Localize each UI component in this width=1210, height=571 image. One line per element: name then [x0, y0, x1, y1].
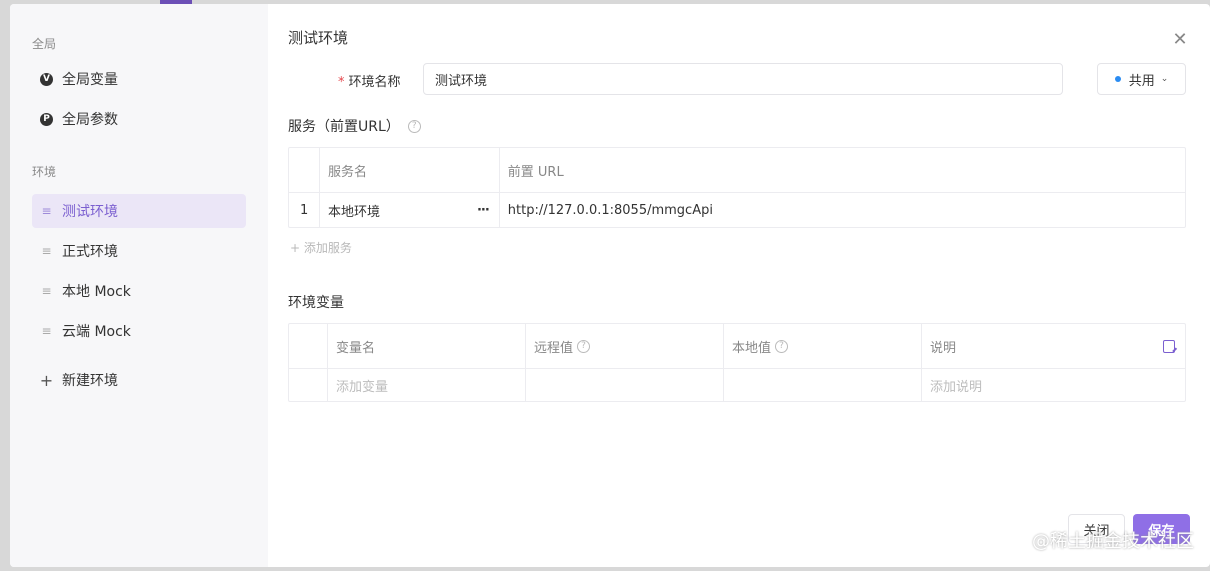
row-index: 1	[289, 193, 320, 227]
sidebar-item-label: 正式环境	[62, 244, 118, 260]
drag-handle-icon[interactable]: ≡	[40, 284, 53, 298]
sidebar-item-label: 测试环境	[62, 204, 118, 220]
watermark: @稀土掘金技术社区	[1032, 531, 1194, 552]
sidebar-item-prod-env[interactable]: ≡ 正式环境	[32, 234, 246, 268]
drag-handle-icon[interactable]: ≡	[40, 204, 53, 218]
chevron-down-icon: ⌄	[1160, 74, 1169, 84]
table-row: 1 本地环境 ··· http://127.0.0.1:8055/mmgcApi	[289, 193, 1185, 227]
sidebar-item-global-variables[interactable]: V 全局变量	[32, 62, 246, 96]
environment-detail: 测试环境 ✕ *环境名称 共用 ⌄ 服务（前置URL） ? 服务名 前置 URL…	[268, 4, 1210, 567]
description-header: 说明	[922, 324, 1185, 368]
local-value-header: 本地值 ?	[724, 324, 922, 368]
new-environment-button[interactable]: + 新建环境	[32, 363, 246, 397]
help-icon[interactable]: ?	[775, 339, 789, 353]
sidebar-item-cloud-mock[interactable]: ≡ 云端 Mock	[32, 314, 246, 348]
table-header-row: 变量名 远程值 ? 本地值 ? 说明	[289, 324, 1185, 369]
sidebar-item-label: 全局参数	[62, 112, 118, 128]
variables-section-title: 环境变量	[288, 295, 344, 311]
column-header: 前置 URL	[507, 164, 564, 180]
sidebar-item-local-mock[interactable]: ≡ 本地 Mock	[32, 274, 246, 308]
column-header-text: 说明	[930, 340, 957, 356]
column-header-text: 本地值	[732, 340, 772, 356]
index-header	[289, 148, 320, 192]
section-label-environments: 环境	[32, 165, 57, 179]
sidebar-item-label: 云端 Mock	[62, 324, 131, 340]
index-header	[289, 324, 328, 368]
parameter-circle-icon: P	[40, 112, 53, 126]
remote-value-input[interactable]	[526, 369, 724, 401]
sidebar-item-label: 全局变量	[62, 72, 118, 88]
share-dropdown[interactable]: 共用 ⌄	[1097, 63, 1186, 95]
required-mark: *	[338, 75, 345, 90]
table-row: 添加变量 添加说明	[289, 369, 1185, 401]
sidebar-item-label: 本地 Mock	[62, 284, 131, 300]
drag-handle-icon[interactable]: ≡	[40, 244, 53, 258]
services-section-title: 服务（前置URL） ?	[288, 116, 421, 136]
share-status-dot	[1114, 76, 1121, 82]
add-service-button[interactable]: + 添加服务	[290, 239, 352, 256]
more-icon[interactable]: ···	[477, 203, 490, 218]
column-header: 变量名	[328, 324, 526, 368]
variable-circle-icon: V	[40, 72, 53, 86]
services-table: 服务名 前置 URL 1 本地环境 ··· http://127.0.0.1:8…	[288, 147, 1186, 228]
service-name: 本地环境	[327, 204, 380, 220]
share-label: 共用	[1128, 73, 1155, 89]
add-description-input[interactable]: 添加说明	[922, 369, 1185, 401]
environment-modal: 全局 V 全局变量 P 全局参数 环境 ≡ 测试环境 ≡ 正式环境 ≡ 本地 M…	[10, 4, 1210, 567]
section-label-global: 全局	[32, 37, 57, 51]
services-title-text: 服务（前置URL）	[288, 119, 400, 135]
remote-value-header: 远程值 ?	[526, 324, 724, 368]
sidebar-item-test-env[interactable]: ≡ 测试环境	[32, 194, 246, 228]
drag-handle-icon[interactable]: ≡	[40, 324, 53, 338]
sidebar-item-global-parameters[interactable]: P 全局参数	[32, 102, 246, 136]
local-value-input[interactable]	[724, 369, 922, 401]
service-url-cell[interactable]: http://127.0.0.1:8055/mmgcApi	[500, 193, 1185, 227]
table-header-row: 服务名 前置 URL	[289, 148, 1185, 193]
add-variable-input[interactable]: 添加变量	[328, 369, 526, 401]
environment-name-label-text: 环境名称	[348, 75, 401, 90]
close-icon[interactable]: ✕	[1172, 31, 1188, 49]
page-title: 测试环境	[288, 29, 349, 47]
column-header-text: 远程值	[534, 340, 574, 356]
new-environment-label: 新建环境	[62, 373, 118, 389]
environment-sidebar: 全局 V 全局变量 P 全局参数 环境 ≡ 测试环境 ≡ 正式环境 ≡ 本地 M…	[10, 4, 268, 567]
environment-name-label: * 环境名称	[338, 71, 401, 90]
service-name-cell[interactable]: 本地环境 ···	[320, 193, 500, 227]
column-header: 服务名	[320, 148, 500, 192]
row-index	[289, 369, 328, 401]
help-icon[interactable]: ?	[577, 339, 591, 353]
bulk-edit-icon[interactable]	[1163, 339, 1175, 353]
environment-name-input[interactable]	[423, 63, 1063, 95]
help-icon[interactable]: ?	[407, 119, 421, 133]
variables-table: 变量名 远程值 ? 本地值 ? 说明 添加变量 添加说明	[288, 323, 1186, 402]
plus-icon: +	[39, 370, 54, 390]
